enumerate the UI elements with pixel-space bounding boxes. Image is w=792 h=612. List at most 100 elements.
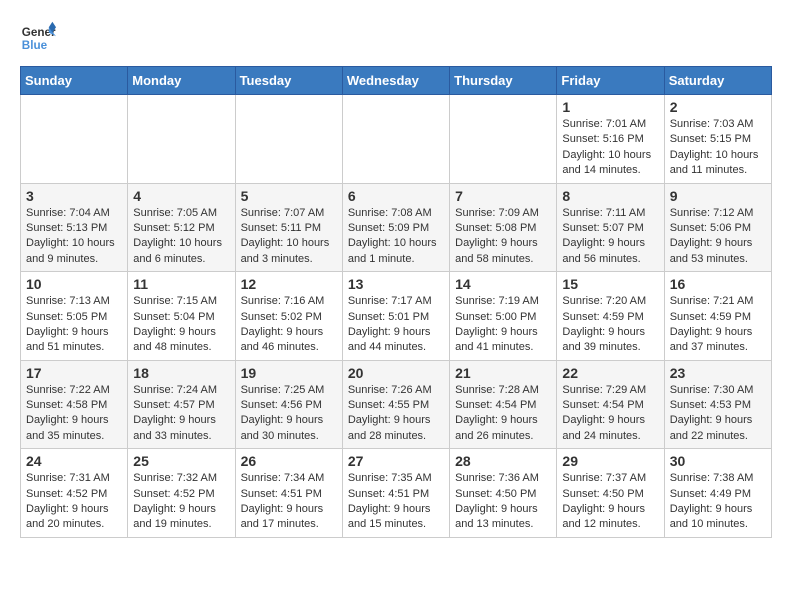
day-number: 4 [133,188,229,204]
svg-text:Blue: Blue [22,39,48,52]
day-header-friday: Friday [557,67,664,95]
calendar-cell: 5Sunrise: 7:07 AM Sunset: 5:11 PM Daylig… [235,183,342,272]
day-info: Sunrise: 7:04 AM Sunset: 5:13 PM Dayligh… [26,206,122,268]
logo: General Blue [20,20,56,56]
day-number: 9 [670,188,766,204]
day-info: Sunrise: 7:19 AM Sunset: 5:00 PM Dayligh… [455,294,551,356]
day-number: 12 [241,276,337,292]
day-info: Sunrise: 7:08 AM Sunset: 5:09 PM Dayligh… [348,206,444,268]
page-header: General Blue [20,20,772,56]
day-number: 10 [26,276,122,292]
day-info: Sunrise: 7:17 AM Sunset: 5:01 PM Dayligh… [348,294,444,356]
day-header-sunday: Sunday [21,67,128,95]
day-number: 20 [348,365,444,381]
day-header-monday: Monday [128,67,235,95]
day-number: 3 [26,188,122,204]
calendar-cell: 19 Sunrise: 7:25 AM Sunset: 4:56 PM Dayli… [235,360,342,449]
day-number: 17 [26,365,122,381]
calendar-cell: 10 Sunrise: 7:13 AM Sunset: 5:05 PM Dayli… [21,272,128,361]
day-info: Sunrise: 7:22 AM Sunset: 4:58 PM Dayligh… [26,383,122,445]
day-number: 5 [241,188,337,204]
day-info: Sunrise: 7:16 AM Sunset: 5:02 PM Dayligh… [241,294,337,356]
calendar-cell: 27 Sunrise: 7:35 AM Sunset: 4:51 PM Dayli… [342,449,449,538]
calendar-cell: 30 Sunrise: 7:38 AM Sunset: 4:49 PM Dayli… [664,449,771,538]
day-number: 18 [133,365,229,381]
day-number: 19 [241,365,337,381]
day-number: 6 [348,188,444,204]
day-info: Sunrise: 7:09 AM Sunset: 5:08 PM Dayligh… [455,206,551,268]
calendar-cell: 9 Sunrise: 7:12 AM Sunset: 5:06 PM Daylig… [664,183,771,272]
day-info: Sunrise: 7:11 AM Sunset: 5:07 PM Dayligh… [562,206,658,268]
calendar-cell [21,95,128,184]
day-info: Sunrise: 7:24 AM Sunset: 4:57 PM Dayligh… [133,383,229,445]
calendar-cell: 12 Sunrise: 7:16 AM Sunset: 5:02 PM Dayli… [235,272,342,361]
calendar-cell: 2Sunrise: 7:03 AM Sunset: 5:15 PM Daylig… [664,95,771,184]
day-number: 24 [26,453,122,469]
calendar-cell: 15Sunrise: 7:20 AM Sunset: 4:59 PM Dayli… [557,272,664,361]
calendar-cell: 20Sunrise: 7:26 AM Sunset: 4:55 PM Dayli… [342,360,449,449]
day-info: Sunrise: 7:36 AM Sunset: 4:50 PM Dayligh… [455,471,551,533]
day-info: Sunrise: 7:25 AM Sunset: 4:56 PM Dayligh… [241,383,337,445]
day-info: Sunrise: 7:28 AM Sunset: 4:54 PM Dayligh… [455,383,551,445]
day-info: Sunrise: 7:21 AM Sunset: 4:59 PM Dayligh… [670,294,766,356]
day-number: 29 [562,453,658,469]
logo-icon: General Blue [20,20,56,56]
day-number: 25 [133,453,229,469]
week-row-2: 3 Sunrise: 7:04 AM Sunset: 5:13 PM Daylig… [21,183,772,272]
day-info: Sunrise: 7:15 AM Sunset: 5:04 PM Dayligh… [133,294,229,356]
calendar-cell [235,95,342,184]
day-number: 22 [562,365,658,381]
calendar-cell: 14 Sunrise: 7:19 AM Sunset: 5:00 PM Dayli… [450,272,557,361]
calendar-cell: 29Sunrise: 7:37 AM Sunset: 4:50 PM Dayli… [557,449,664,538]
day-info: Sunrise: 7:30 AM Sunset: 4:53 PM Dayligh… [670,383,766,445]
day-info: Sunrise: 7:31 AM Sunset: 4:52 PM Dayligh… [26,471,122,533]
day-number: 27 [348,453,444,469]
calendar-cell: 22 Sunrise: 7:29 AM Sunset: 4:54 PM Dayli… [557,360,664,449]
day-header-tuesday: Tuesday [235,67,342,95]
calendar-cell [450,95,557,184]
week-row-3: 10 Sunrise: 7:13 AM Sunset: 5:05 PM Dayli… [21,272,772,361]
day-info: Sunrise: 7:01 AM Sunset: 5:16 PM Dayligh… [562,117,658,179]
calendar-cell: 7Sunrise: 7:09 AM Sunset: 5:08 PM Daylig… [450,183,557,272]
day-info: Sunrise: 7:35 AM Sunset: 4:51 PM Dayligh… [348,471,444,533]
calendar-cell: 25Sunrise: 7:32 AM Sunset: 4:52 PM Dayli… [128,449,235,538]
calendar-cell: 17 Sunrise: 7:22 AM Sunset: 4:58 PM Dayli… [21,360,128,449]
day-info: Sunrise: 7:03 AM Sunset: 5:15 PM Dayligh… [670,117,766,179]
calendar-cell [128,95,235,184]
day-number: 21 [455,365,551,381]
calendar-cell: 26 Sunrise: 7:34 AM Sunset: 4:51 PM Dayli… [235,449,342,538]
day-number: 14 [455,276,551,292]
calendar-cell: 3 Sunrise: 7:04 AM Sunset: 5:13 PM Daylig… [21,183,128,272]
calendar-cell: 6 Sunrise: 7:08 AM Sunset: 5:09 PM Daylig… [342,183,449,272]
day-number: 8 [562,188,658,204]
day-number: 30 [670,453,766,469]
calendar-header-row: SundayMondayTuesdayWednesdayThursdayFrid… [21,67,772,95]
day-number: 1 [562,99,658,115]
calendar-cell: 21 Sunrise: 7:28 AM Sunset: 4:54 PM Dayli… [450,360,557,449]
calendar-cell: 8 Sunrise: 7:11 AM Sunset: 5:07 PM Daylig… [557,183,664,272]
calendar-cell: 16 Sunrise: 7:21 AM Sunset: 4:59 PM Dayli… [664,272,771,361]
day-number: 23 [670,365,766,381]
day-header-wednesday: Wednesday [342,67,449,95]
day-info: Sunrise: 7:05 AM Sunset: 5:12 PM Dayligh… [133,206,229,268]
day-info: Sunrise: 7:29 AM Sunset: 4:54 PM Dayligh… [562,383,658,445]
day-info: Sunrise: 7:34 AM Sunset: 4:51 PM Dayligh… [241,471,337,533]
day-number: 13 [348,276,444,292]
day-header-saturday: Saturday [664,67,771,95]
day-number: 16 [670,276,766,292]
calendar-cell: 23 Sunrise: 7:30 AM Sunset: 4:53 PM Dayli… [664,360,771,449]
day-info: Sunrise: 7:38 AM Sunset: 4:49 PM Dayligh… [670,471,766,533]
day-header-thursday: Thursday [450,67,557,95]
week-row-5: 24 Sunrise: 7:31 AM Sunset: 4:52 PM Dayli… [21,449,772,538]
day-number: 26 [241,453,337,469]
week-row-4: 17 Sunrise: 7:22 AM Sunset: 4:58 PM Dayli… [21,360,772,449]
day-info: Sunrise: 7:20 AM Sunset: 4:59 PM Dayligh… [562,294,658,356]
calendar-cell: 24 Sunrise: 7:31 AM Sunset: 4:52 PM Dayli… [21,449,128,538]
calendar-cell: 11Sunrise: 7:15 AM Sunset: 5:04 PM Dayli… [128,272,235,361]
calendar-cell: 18 Sunrise: 7:24 AM Sunset: 4:57 PM Dayli… [128,360,235,449]
day-info: Sunrise: 7:13 AM Sunset: 5:05 PM Dayligh… [26,294,122,356]
day-info: Sunrise: 7:12 AM Sunset: 5:06 PM Dayligh… [670,206,766,268]
calendar-cell [342,95,449,184]
week-row-1: 1 Sunrise: 7:01 AM Sunset: 5:16 PM Daylig… [21,95,772,184]
calendar-cell: 13 Sunrise: 7:17 AM Sunset: 5:01 PM Dayli… [342,272,449,361]
